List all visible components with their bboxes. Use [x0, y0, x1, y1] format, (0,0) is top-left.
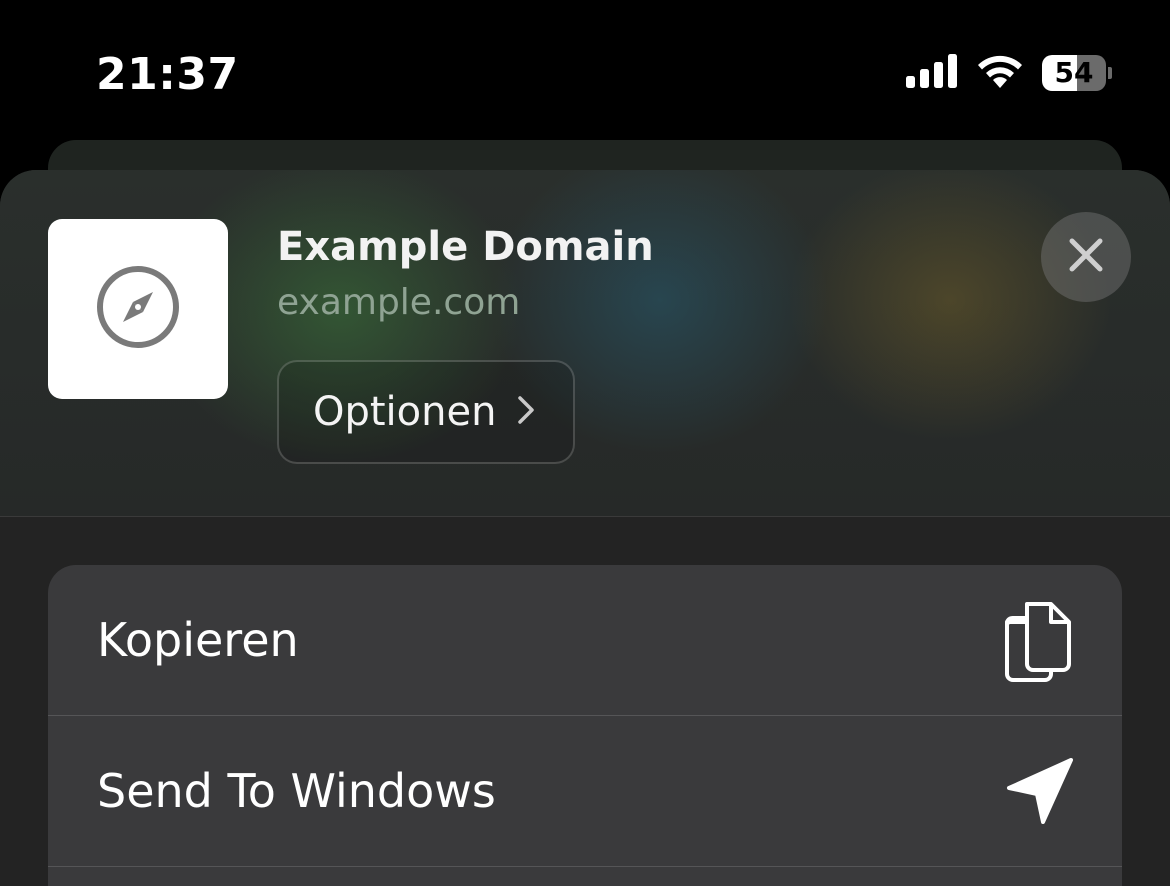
battery-level: 54	[1054, 56, 1094, 89]
action-label: Send To Windows	[97, 764, 496, 818]
action-copy[interactable]: Kopieren	[48, 565, 1122, 715]
close-button[interactable]	[1041, 212, 1131, 302]
share-sheet-header: Example Domain example.com Optionen	[0, 170, 1170, 516]
share-sheet: Example Domain example.com Optionen Kopi…	[0, 170, 1170, 886]
copy-icon	[1004, 598, 1076, 682]
location-arrow-icon	[1004, 749, 1076, 833]
action-label: Kopieren	[97, 613, 299, 667]
battery-body: 54	[1042, 55, 1106, 91]
site-thumbnail	[48, 219, 228, 399]
battery-icon: 54	[1042, 54, 1112, 92]
site-title: Example Domain	[277, 224, 654, 270]
status-icons: 54	[906, 54, 1112, 92]
options-button[interactable]: Optionen	[277, 360, 575, 464]
options-label: Optionen	[313, 389, 497, 435]
action-send-to-windows[interactable]: Send To Windows	[48, 716, 1122, 866]
status-time: 21:37	[96, 49, 239, 100]
screen: 21:37 54 Example Domain example.com Opti…	[0, 0, 1170, 886]
action-list: Kopieren Send To Windows	[48, 565, 1122, 886]
battery-nub	[1108, 67, 1112, 79]
status-bar: 21:37 54	[0, 0, 1170, 140]
row-divider	[48, 866, 1122, 867]
wifi-icon	[976, 54, 1024, 92]
compass-icon	[95, 264, 181, 354]
close-icon	[1068, 237, 1104, 277]
site-url: example.com	[277, 282, 521, 323]
chevron-right-icon	[516, 394, 536, 430]
cellular-signal-icon	[906, 54, 958, 92]
header-divider	[0, 516, 1170, 517]
